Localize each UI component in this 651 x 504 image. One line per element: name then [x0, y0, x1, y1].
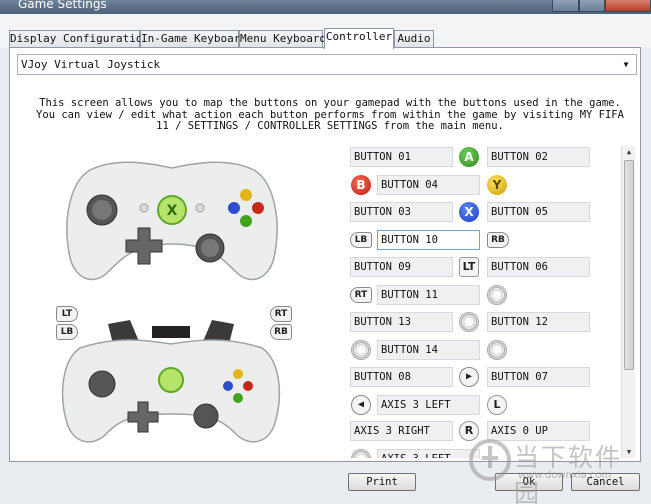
- mapping-field[interactable]: BUTTON 12: [487, 312, 590, 332]
- mapping-field[interactable]: BUTTON 04: [377, 175, 480, 195]
- mapping-field[interactable]: BUTTON 10: [377, 230, 480, 250]
- scroll-down-icon[interactable]: ▼: [622, 446, 636, 458]
- mapping-field[interactable]: BUTTON 05: [487, 202, 590, 222]
- mapping-field[interactable]: BUTTON 13: [350, 312, 453, 332]
- mapping-field[interactable]: AXIS 3 LEFT: [377, 449, 480, 458]
- mapping-field[interactable]: BUTTON 02: [487, 147, 590, 167]
- left-arrow-icon: ◀: [351, 395, 371, 415]
- scroll-thumb[interactable]: [624, 160, 634, 370]
- rt-button-icon: RT: [350, 287, 372, 303]
- mapping-field[interactable]: BUTTON 03: [350, 202, 453, 222]
- b-button-icon: B: [351, 175, 371, 195]
- mapping-field[interactable]: BUTTON 14: [377, 340, 480, 360]
- left-stick-icon: [459, 312, 479, 332]
- mapping-field[interactable]: AXIS 3 RIGHT: [350, 421, 453, 441]
- lt-button-icon: LT: [459, 257, 479, 277]
- mapping-field[interactable]: AXIS 0 UP: [487, 421, 590, 441]
- right-stick-icon: [487, 340, 507, 360]
- mapping-list: BUTTON 01 A BUTTON 02 B BUTTON 04 Y BUTT…: [0, 0, 651, 504]
- left-stick-icon: [351, 449, 371, 458]
- right-stick-click-icon: R: [459, 421, 479, 441]
- mapping-field[interactable]: BUTTON 06: [487, 257, 590, 277]
- left-stick-icon: [351, 340, 371, 360]
- mapping-row-partial: AXIS 3 LEFT: [350, 449, 600, 458]
- mapping-field[interactable]: BUTTON 07: [487, 367, 590, 387]
- mapping-field[interactable]: AXIS 3 LEFT: [377, 395, 480, 415]
- right-arrow-icon: ▶: [459, 367, 479, 387]
- mapping-field[interactable]: BUTTON 01: [350, 147, 453, 167]
- rb-button-icon: RB: [487, 232, 509, 248]
- mapping-field[interactable]: BUTTON 08: [350, 367, 453, 387]
- x-button-icon: X: [459, 202, 479, 222]
- right-stick-icon: [487, 285, 507, 305]
- y-button-icon: Y: [487, 175, 507, 195]
- lb-button-icon: LB: [350, 232, 372, 248]
- a-button-icon: A: [459, 147, 479, 167]
- scroll-up-icon[interactable]: ▲: [622, 146, 636, 158]
- mapping-field[interactable]: BUTTON 11: [377, 285, 480, 305]
- left-stick-click-icon: L: [487, 395, 507, 415]
- mapping-field[interactable]: BUTTON 09: [350, 257, 453, 277]
- mapping-scrollbar[interactable]: ▲ ▼: [621, 146, 635, 458]
